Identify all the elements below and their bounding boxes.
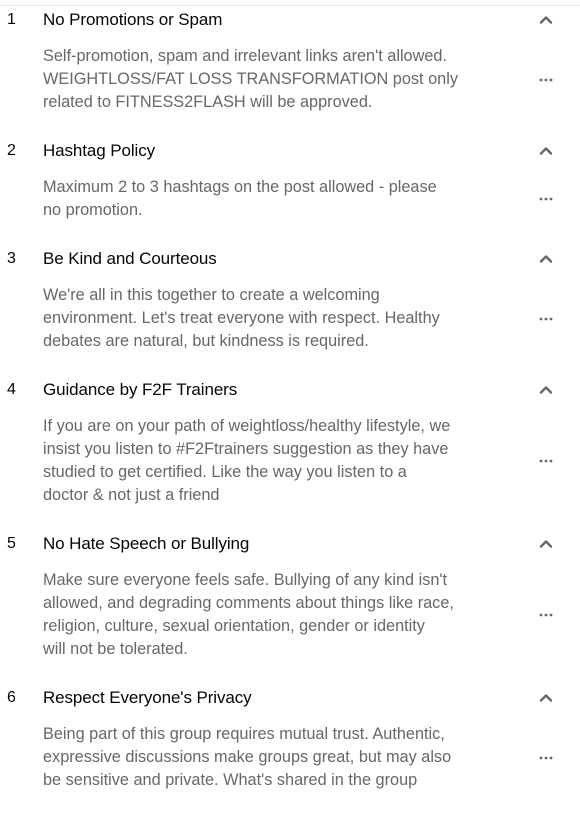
rule-number: 6 <box>7 689 16 706</box>
rule-item: 2 Hashtag Policy Maximum 2 to 3 hashtags… <box>0 137 580 245</box>
rule-description-line: If you are on your path of weightloss/he… <box>43 417 451 435</box>
rule-header[interactable]: 4 Guidance by F2F Trainers <box>0 376 580 404</box>
chevron-up-icon[interactable] <box>538 12 554 28</box>
chevron-up-icon[interactable] <box>538 382 554 398</box>
rule-description-line: allowed, and degrading comments about th… <box>43 594 454 612</box>
rule-description-line: doctor & not just a friend <box>43 486 220 504</box>
rule-description-line: religion, culture, sexual orientation, g… <box>43 617 425 635</box>
more-horizontal-icon[interactable] <box>538 311 554 327</box>
rule-header[interactable]: 3 Be Kind and Courteous <box>0 245 580 273</box>
rule-title: Respect Everyone's Privacy <box>43 688 252 707</box>
rule-header[interactable]: 1 No Promotions or Spam <box>0 6 580 34</box>
rule-description-line: studied to get certified. Like the way y… <box>43 463 407 481</box>
rule-title: No Promotions or Spam <box>43 10 223 29</box>
rule-description-line: Being part of this group requires mutual… <box>43 725 445 743</box>
rule-description: Make sure everyone feels safe. Bullying … <box>0 569 580 661</box>
rule-item: 5 No Hate Speech or Bullying Make sure e… <box>0 530 580 684</box>
rule-description-line: Maximum 2 to 3 hashtags on the post allo… <box>43 178 437 196</box>
rule-description-line: will not be tolerated. <box>43 640 188 658</box>
more-horizontal-icon[interactable] <box>538 607 554 623</box>
chevron-up-icon[interactable] <box>538 251 554 267</box>
more-horizontal-icon[interactable] <box>538 750 554 766</box>
rule-description-line: related to FITNESS2FLASH will be approve… <box>43 93 373 111</box>
rule-item: 4 Guidance by F2F Trainers If you are on… <box>0 376 580 530</box>
rule-number: 4 <box>7 381 16 398</box>
rule-header[interactable]: 5 No Hate Speech or Bullying <box>0 530 580 558</box>
rule-description-line: insist you listen to #F2Ftrainers sugges… <box>43 440 449 458</box>
rule-header[interactable]: 2 Hashtag Policy <box>0 137 580 165</box>
rule-description-line: We're all in this together to create a w… <box>43 286 380 304</box>
rule-description: If you are on your path of weightloss/he… <box>0 415 580 507</box>
rule-description: Being part of this group requires mutual… <box>0 723 580 792</box>
more-horizontal-icon[interactable] <box>538 453 554 469</box>
rule-description-line: no promotion. <box>43 201 143 219</box>
rule-description-line: WEIGHTLOSS/FAT LOSS TRANSFORMATION post … <box>43 70 458 88</box>
rule-description-line: Make sure everyone feels safe. Bullying … <box>43 571 448 589</box>
rule-title: No Hate Speech or Bullying <box>43 534 250 553</box>
rule-title: Be Kind and Courteous <box>43 249 217 268</box>
rule-item: 1 No Promotions or Spam Self-promotion, … <box>0 6 580 137</box>
rule-description-line: Self-promotion, spam and irrelevant link… <box>43 47 448 65</box>
chevron-up-icon[interactable] <box>538 536 554 552</box>
rule-item: 6 Respect Everyone's Privacy Being part … <box>0 684 580 815</box>
rule-header[interactable]: 6 Respect Everyone's Privacy <box>0 684 580 712</box>
rule-description-line: be sensitive and private. What's shared … <box>43 771 418 789</box>
more-horizontal-icon[interactable] <box>538 191 554 207</box>
rule-description-line: expressive discussions make groups great… <box>43 748 452 766</box>
group-rules-list: 1 No Promotions or Spam Self-promotion, … <box>0 5 580 815</box>
rule-item: 3 Be Kind and Courteous We're all in thi… <box>0 245 580 376</box>
rule-number: 1 <box>7 11 16 28</box>
chevron-up-icon[interactable] <box>538 143 554 159</box>
chevron-up-icon[interactable] <box>538 690 554 706</box>
more-horizontal-icon[interactable] <box>538 72 554 88</box>
rule-description-line: environment. Let's treat everyone with r… <box>43 309 440 327</box>
rule-title: Guidance by F2F Trainers <box>43 380 238 399</box>
rule-title: Hashtag Policy <box>43 141 155 160</box>
rule-number: 5 <box>7 535 16 552</box>
rule-description-line: debates are natural, but kindness is req… <box>43 332 369 350</box>
rule-number: 2 <box>7 142 16 159</box>
rule-description: We're all in this together to create a w… <box>0 284 580 353</box>
rule-description: Self-promotion, spam and irrelevant link… <box>0 45 580 114</box>
rule-number: 3 <box>7 250 16 267</box>
rule-description: Maximum 2 to 3 hashtags on the post allo… <box>0 176 580 222</box>
